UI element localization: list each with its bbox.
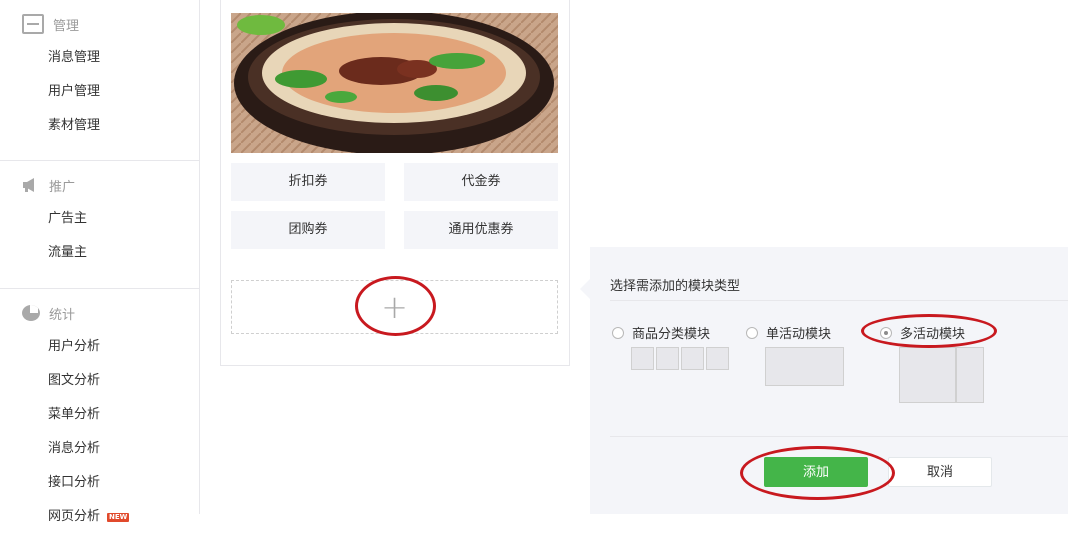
sidebar-group-title: 推广 bbox=[49, 179, 76, 195]
add-button[interactable]: 添加 bbox=[764, 457, 868, 487]
option-multi-activity-module[interactable]: 多活动模块 bbox=[880, 323, 965, 342]
sidebar-group-title: 统计 bbox=[49, 307, 76, 323]
inbox-tray-icon bbox=[22, 14, 44, 34]
sidebar-item-web-analysis[interactable]: 网页分析 NEW bbox=[0, 500, 199, 534]
sidebar-group-promotion: 推广 广告主 流量主 bbox=[0, 173, 199, 289]
plus-icon: + bbox=[381, 288, 408, 326]
option-label: 单活动模块 bbox=[766, 327, 832, 342]
thumbnail-cell bbox=[656, 347, 679, 370]
sidebar-item-article-analysis[interactable]: 图文分析 bbox=[0, 364, 199, 398]
option-category-module[interactable]: 商品分类模块 bbox=[612, 323, 710, 342]
single-activity-thumbnail bbox=[765, 347, 844, 386]
divider bbox=[610, 436, 1068, 437]
divider bbox=[610, 300, 1068, 301]
option-single-activity-module[interactable]: 单活动模块 bbox=[746, 323, 831, 342]
thumbnail-cell bbox=[956, 347, 984, 403]
sidebar-item-user-analysis[interactable]: 用户分析 bbox=[0, 330, 199, 364]
radio-button[interactable] bbox=[746, 326, 758, 339]
sidebar-group-manage: 管理 消息管理 用户管理 素材管理 bbox=[0, 12, 199, 161]
food-image bbox=[231, 13, 558, 153]
sidebar-item-advertiser[interactable]: 广告主 bbox=[0, 202, 199, 236]
module-picker-panel: 选择需添加的模块类型 商品分类模块 单活动模块 多活动模块 添加 取消 bbox=[580, 247, 1068, 514]
panel-title: 选择需添加的模块类型 bbox=[610, 279, 741, 294]
sidebar-group-header: 推广 bbox=[0, 173, 199, 197]
sidebar-item-menu-analysis[interactable]: 菜单分析 bbox=[0, 398, 199, 432]
sidebar-item-message-analysis[interactable]: 消息分析 bbox=[0, 432, 199, 466]
sidebar-item-api-analysis[interactable]: 接口分析 bbox=[0, 466, 199, 500]
thumbnail-cell bbox=[631, 347, 654, 370]
sidebar-group-statistics: 统计 用户分析 图文分析 菜单分析 消息分析 接口分析 网页分析 NEW bbox=[0, 301, 199, 534]
add-module-area[interactable]: + bbox=[231, 280, 558, 334]
sidebar-group-header: 管理 bbox=[0, 12, 199, 36]
sidebar-group-title: 管理 bbox=[53, 18, 80, 34]
card-preview: 折扣券 代金券 团购券 通用优惠券 + bbox=[220, 0, 570, 366]
option-label: 多活动模块 bbox=[900, 327, 966, 342]
sidebar-group-header: 统计 bbox=[0, 301, 199, 325]
thumbnail-cell bbox=[706, 347, 729, 370]
sidebar-item-message-manage[interactable]: 消息管理 bbox=[0, 41, 199, 75]
radio-button-selected[interactable] bbox=[880, 326, 892, 339]
cancel-button[interactable]: 取消 bbox=[888, 457, 992, 487]
sidebar-item-user-manage[interactable]: 用户管理 bbox=[0, 75, 199, 109]
radio-button[interactable] bbox=[612, 326, 624, 339]
sidebar-item-publisher[interactable]: 流量主 bbox=[0, 236, 199, 270]
thumbnail-cell bbox=[899, 347, 956, 403]
sidebar-item-material-manage[interactable]: 素材管理 bbox=[0, 109, 199, 143]
thumbnail-cell bbox=[681, 347, 704, 370]
option-label: 商品分类模块 bbox=[632, 327, 711, 342]
coupon-groupon[interactable]: 团购券 bbox=[231, 211, 385, 249]
coupon-cash[interactable]: 代金券 bbox=[404, 163, 558, 201]
coupon-general[interactable]: 通用优惠券 bbox=[404, 211, 558, 249]
sidebar: 管理 消息管理 用户管理 素材管理 推广 广告主 流量主 统计 用户分析 图文分… bbox=[0, 0, 200, 524]
megaphone-icon bbox=[22, 177, 40, 193]
coupon-discount[interactable]: 折扣券 bbox=[231, 163, 385, 201]
pie-chart-icon bbox=[22, 305, 40, 321]
popover-arrow bbox=[580, 279, 590, 299]
